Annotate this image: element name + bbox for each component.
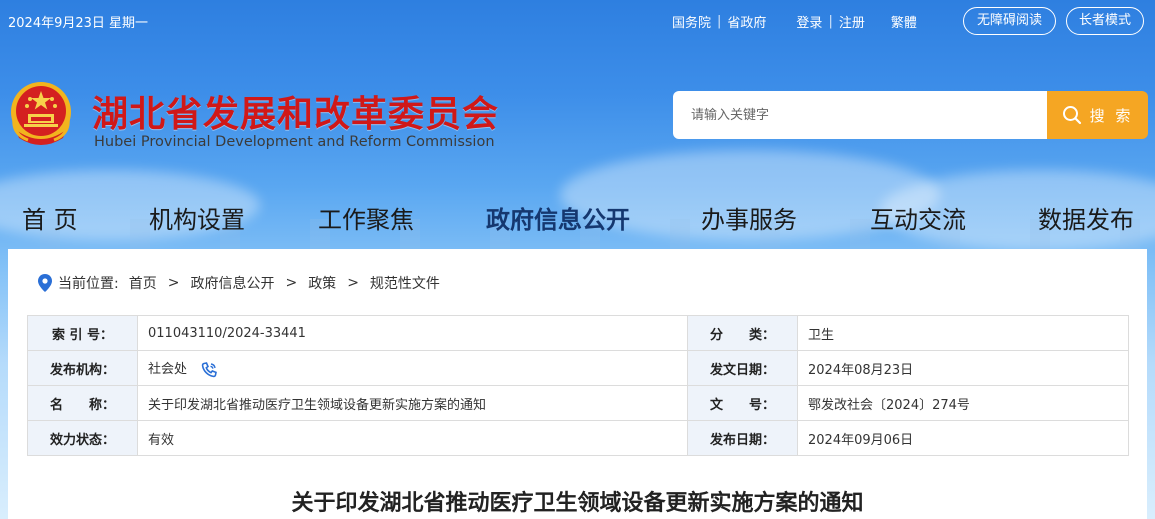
- breadcrumb-home[interactable]: 首页: [129, 273, 157, 293]
- site-subtitle-en: Hubei Provincial Development and Reform …: [94, 134, 495, 150]
- nav-item-work-focus[interactable]: 工作聚焦: [318, 200, 414, 235]
- table-row: 名 称： 关于印发湖北省推动医疗卫生领域设备更新实施方案的通知 文 号： 鄂发改…: [27, 385, 1129, 421]
- search-button[interactable]: 搜 索: [1047, 91, 1148, 139]
- search-button-label: 搜 索: [1089, 106, 1134, 125]
- publisher-label: 发布机构：: [27, 350, 138, 386]
- link-province[interactable]: 省政府: [727, 12, 766, 31]
- breadcrumb-policy[interactable]: 政策: [308, 273, 336, 293]
- document-title: 关于印发湖北省推动医疗卫生领域设备更新实施方案的通知: [291, 490, 864, 516]
- site-title: 湖北省发展和改革委员会: [92, 94, 500, 135]
- search-icon: [1062, 106, 1081, 125]
- category-label: 分 类：: [687, 315, 798, 351]
- name-value: 关于印发湖北省推动医疗卫生领域设备更新实施方案的通知: [137, 385, 688, 421]
- register-link[interactable]: 注册: [839, 12, 865, 31]
- login-link[interactable]: 登录: [796, 12, 822, 31]
- nav-item-services[interactable]: 办事服务: [701, 200, 797, 235]
- breadcrumb-separator: >: [347, 275, 359, 291]
- status-label: 效力状态：: [27, 420, 138, 456]
- search-input[interactable]: [673, 91, 1048, 139]
- nav-item-data[interactable]: 数据发布: [1038, 200, 1134, 235]
- table-row: 发布机构： 社会处 发文日期： 2024年08月23日: [27, 350, 1129, 386]
- category-value: 卫生: [797, 315, 1129, 351]
- issue-date-value: 2024年08月23日: [797, 350, 1129, 386]
- publisher-cell: 社会处: [137, 350, 688, 386]
- phone-icon[interactable]: [201, 361, 218, 378]
- separator: |: [717, 14, 722, 29]
- national-emblem-icon: [11, 82, 71, 145]
- traditional-chinese-link[interactable]: 繁體: [891, 12, 917, 31]
- breadcrumb-separator: >: [167, 275, 180, 291]
- breadcrumb-separator: >: [285, 275, 298, 291]
- name-label: 名 称：: [27, 385, 138, 421]
- top-links: 国务院 | 省政府 登录 | 注册 繁體: [672, 12, 917, 31]
- content-panel: 当前位置: 首页 > 政府信息公开 > 政策 > 规范性文件 索 引 号： 01…: [8, 249, 1147, 519]
- publish-date-label: 发布日期：: [687, 420, 798, 456]
- link-state-council[interactable]: 国务院: [672, 12, 711, 31]
- nav-item-organization[interactable]: 机构设置: [149, 200, 245, 235]
- nav-item-interaction[interactable]: 互动交流: [870, 200, 966, 235]
- main-nav: 首 页 机构设置 工作聚焦 政府信息公开 办事服务 互动交流 数据发布: [0, 200, 1155, 244]
- status-value: 有效: [137, 420, 688, 456]
- doc-number-label: 文 号：: [687, 385, 798, 421]
- breadcrumb-gov-info[interactable]: 政府信息公开: [190, 273, 274, 293]
- publisher-value: 社会处: [148, 362, 188, 378]
- search-box: [673, 91, 1048, 139]
- breadcrumb-prefix: 当前位置:: [58, 276, 119, 292]
- location-pin-icon: [38, 274, 52, 292]
- elder-mode-button[interactable]: 长者模式: [1066, 7, 1144, 35]
- document-info-table: 索 引 号： 011043110/2024-33441 分 类： 卫生 发布机构…: [27, 315, 1129, 456]
- nav-item-gov-info[interactable]: 政府信息公开: [486, 200, 630, 235]
- doc-number-value: 鄂发改社会〔2024〕274号: [797, 385, 1129, 421]
- breadcrumb: 当前位置: 首页 > 政府信息公开 > 政策 > 规范性文件: [38, 273, 440, 293]
- table-row: 索 引 号： 011043110/2024-33441 分 类： 卫生: [27, 315, 1129, 351]
- breadcrumb-normative-docs[interactable]: 规范性文件: [370, 273, 440, 293]
- current-date: 2024年9月23日 星期一: [8, 16, 149, 31]
- index-label: 索 引 号：: [27, 315, 138, 351]
- top-bar: 2024年9月23日 星期一 国务院 | 省政府 登录 | 注册 繁體 无障碍阅…: [0, 0, 1155, 42]
- table-row: 效力状态： 有效 发布日期： 2024年09月06日: [27, 420, 1129, 456]
- publish-date-value: 2024年09月06日: [797, 420, 1129, 456]
- nav-item-home[interactable]: 首 页: [22, 200, 78, 235]
- separator: |: [828, 14, 833, 29]
- issue-date-label: 发文日期：: [687, 350, 798, 386]
- accessible-reading-button[interactable]: 无障碍阅读: [963, 7, 1056, 35]
- index-value: 011043110/2024-33441: [137, 315, 688, 351]
